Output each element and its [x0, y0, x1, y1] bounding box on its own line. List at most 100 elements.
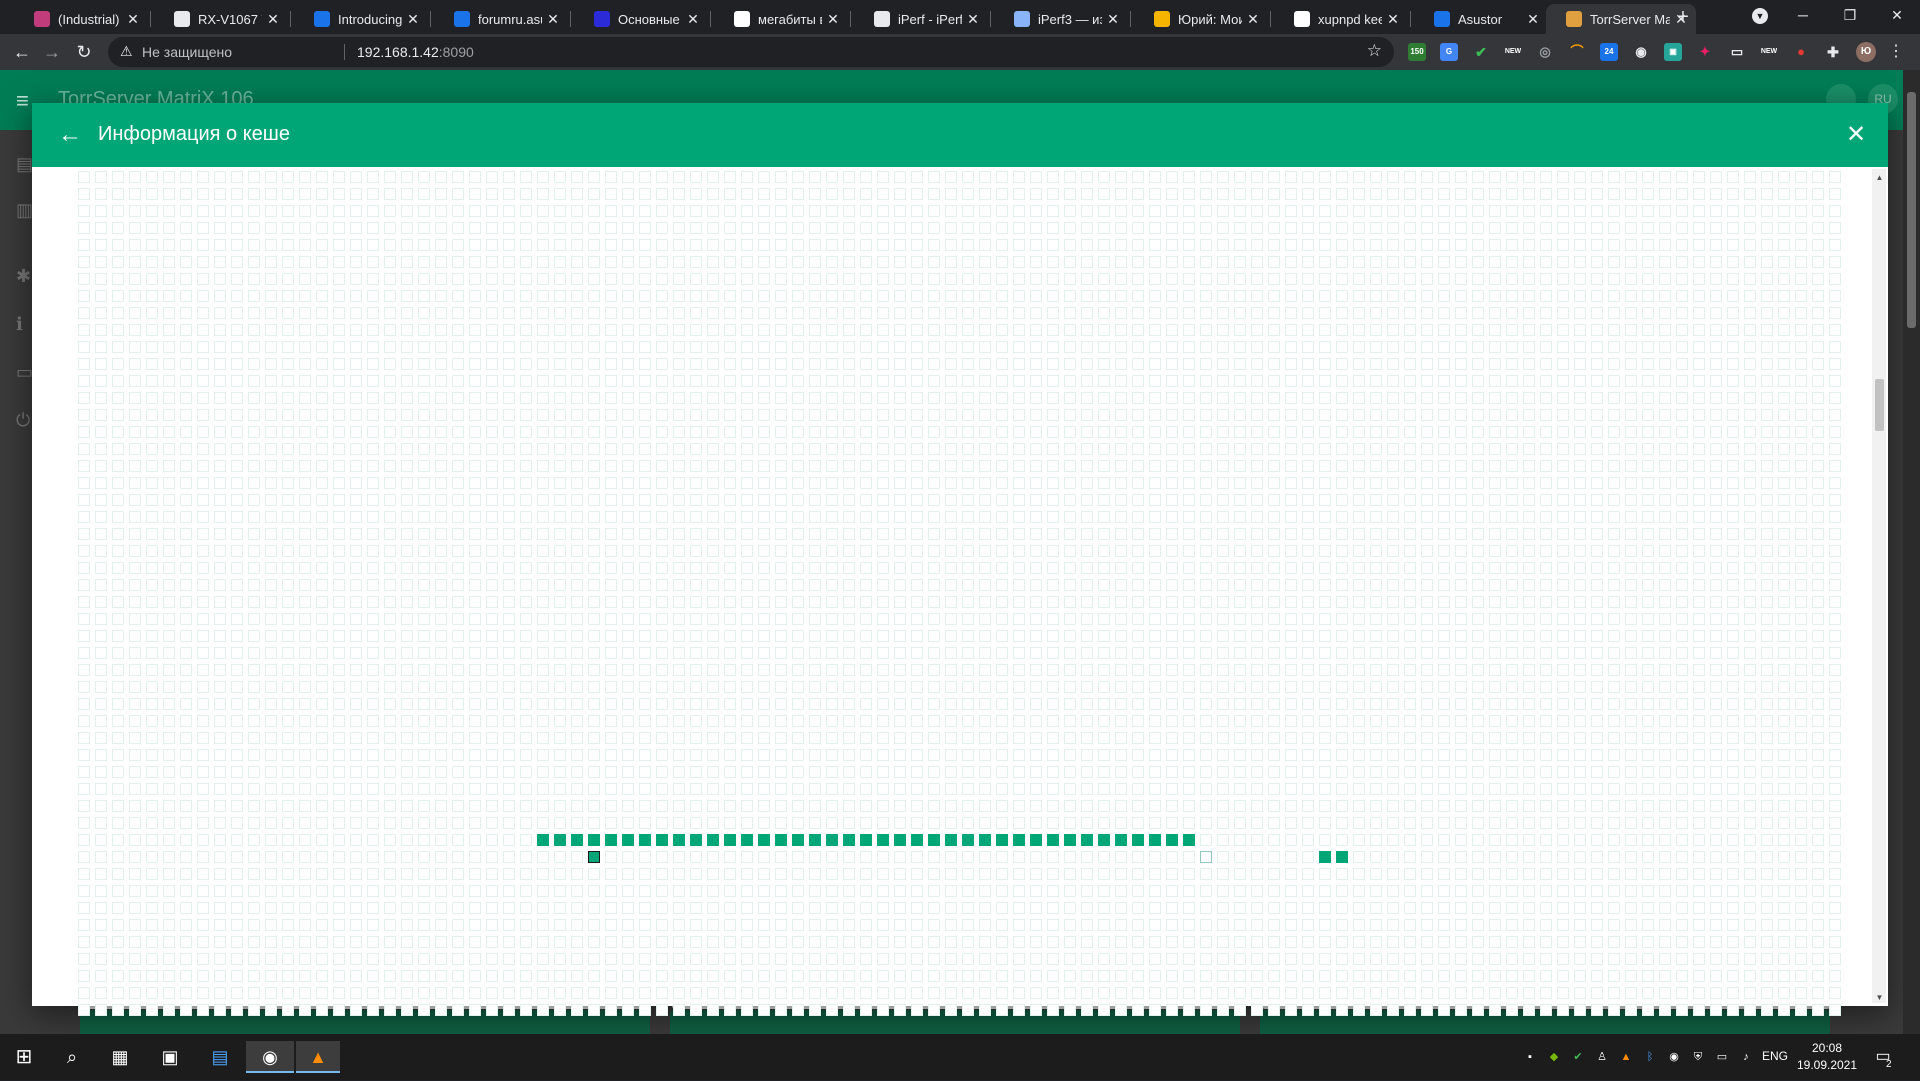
cache-piece: [1404, 596, 1416, 608]
browser-tab[interactable]: xupnpd keene✕: [1274, 4, 1408, 34]
tab-close-icon[interactable]: ✕: [266, 11, 280, 28]
cache-piece: [1795, 919, 1807, 931]
cache-piece: [724, 698, 736, 710]
url-text[interactable]: 192.168.1.42:8090: [357, 44, 474, 60]
profile-avatar[interactable]: Ю: [1856, 42, 1876, 62]
tab-close-icon[interactable]: ✕: [406, 11, 420, 28]
check-extension-icon[interactable]: ✔: [1472, 43, 1490, 61]
browser-menu-icon[interactable]: ⋮: [1882, 38, 1910, 66]
cache-piece: [1540, 222, 1552, 234]
tab-close-icon[interactable]: ✕: [546, 11, 560, 28]
cache-piece: [401, 681, 413, 693]
tab-title: Introducing P: [338, 12, 402, 27]
tab-close-icon[interactable]: ✕: [1526, 11, 1540, 28]
browser-tab[interactable]: Introducing P ✕: [294, 4, 428, 34]
close-icon[interactable]: ✕: [1842, 121, 1870, 149]
browser-tab[interactable]: iPerf - iPerf3 a✕: [854, 4, 988, 34]
cache-piece: [469, 171, 481, 183]
tab-search-icon[interactable]: ▼: [1752, 8, 1768, 24]
extension-150-icon[interactable]: 150: [1408, 43, 1426, 61]
cache-piece: [265, 936, 277, 948]
cache-piece: [1472, 817, 1484, 829]
browser-tab[interactable]: Asustor✕: [1414, 4, 1548, 34]
tab-close-icon[interactable]: ✕: [686, 11, 700, 28]
reload-icon[interactable]: ↻: [70, 38, 98, 66]
cache-piece: [1523, 171, 1535, 183]
cache-piece: [1540, 460, 1552, 472]
cache-piece: [1166, 783, 1178, 795]
calendar-24-extension-icon[interactable]: 24: [1600, 43, 1618, 61]
restore-button[interactable]: ❐: [1827, 0, 1873, 32]
cache-piece: [1795, 613, 1807, 625]
address-bar[interactable]: ⚠ Не защищено 192.168.1.42:8090 ☆: [108, 37, 1394, 67]
cache-piece: [180, 579, 192, 591]
tab-close-icon[interactable]: ✕: [126, 11, 140, 28]
cache-piece: [945, 188, 957, 200]
browser-tab[interactable]: RX-V1067 We✕: [154, 4, 288, 34]
tab-close-icon[interactable]: ✕: [1106, 11, 1120, 28]
hamburger-menu-icon[interactable]: ≡: [16, 88, 29, 114]
cache-piece: [1574, 715, 1586, 727]
back-icon[interactable]: ←: [8, 38, 36, 66]
puzzle-color-extension-icon[interactable]: ✦: [1696, 43, 1714, 61]
cache-piece: [622, 171, 634, 183]
cache-piece: [367, 256, 379, 268]
new-tab-button[interactable]: +: [1672, 6, 1694, 28]
bookmark-star-icon[interactable]: ☆: [1367, 41, 1382, 61]
cache-piece: [741, 392, 753, 404]
browser-tab[interactable]: Юрий: Мои т✕: [1134, 4, 1268, 34]
tab-close-icon[interactable]: ✕: [1246, 11, 1260, 28]
browser-tab[interactable]: iPerf3 — изме✕: [994, 4, 1128, 34]
cache-piece: [163, 205, 175, 217]
cache-piece: [146, 375, 158, 387]
cache-piece: [537, 647, 549, 659]
new-extension-2-icon[interactable]: NEW: [1760, 43, 1778, 61]
cache-piece: [1659, 426, 1671, 438]
browser-tab[interactable]: forumru.asust✕: [434, 4, 568, 34]
chart-extension-icon[interactable]: ⌒: [1568, 43, 1586, 61]
cache-piece: [911, 392, 923, 404]
chrome-extension-icon[interactable]: ◉: [1632, 43, 1650, 61]
extensions-puzzle-icon[interactable]: ✚: [1824, 43, 1842, 61]
window-close-button[interactable]: ✕: [1874, 0, 1920, 32]
translate-extension-icon[interactable]: G: [1440, 43, 1458, 61]
cache-piece: [724, 477, 736, 489]
tab-close-icon[interactable]: ✕: [966, 11, 980, 28]
cache-piece: [95, 205, 107, 217]
cache-piece: [1778, 358, 1790, 370]
cache-piece: [1625, 715, 1637, 727]
cache-piece: [1506, 256, 1518, 268]
cache-piece: [894, 885, 906, 897]
cache-piece: [911, 409, 923, 421]
record-extension-icon[interactable]: ●: [1792, 43, 1810, 61]
cache-piece: [1693, 596, 1705, 608]
tab-close-icon[interactable]: ✕: [826, 11, 840, 28]
cache-piece: [1132, 596, 1144, 608]
window-extension-icon[interactable]: ▭: [1728, 43, 1746, 61]
cache-piece: [486, 409, 498, 421]
minimize-button[interactable]: ─: [1780, 0, 1826, 32]
cache-piece: [1642, 392, 1654, 404]
cache-piece: [333, 426, 345, 438]
cache-piece: [1336, 902, 1348, 914]
forward-icon[interactable]: →: [38, 38, 66, 66]
cache-piece: [1455, 885, 1467, 897]
cache-piece: [282, 341, 294, 353]
cache-piece: [1523, 562, 1535, 574]
browser-tab[interactable]: (Industrial) [2✕: [14, 4, 148, 34]
cache-piece: [1217, 341, 1229, 353]
back-arrow-icon[interactable]: ←: [56, 121, 84, 149]
cache-piece: [1608, 528, 1620, 540]
cache-piece: [112, 579, 124, 591]
cache-piece: [299, 647, 311, 659]
cache-piece: [486, 494, 498, 506]
cache-piece: [1727, 545, 1739, 557]
browser-tab[interactable]: Основные ко✕: [574, 4, 708, 34]
new-extension-icon[interactable]: NEW: [1504, 43, 1522, 61]
circle-extension-icon[interactable]: ◎: [1536, 43, 1554, 61]
camera-extension-icon[interactable]: ▣: [1664, 43, 1682, 61]
browser-tab[interactable]: мегабиты в м✕: [714, 4, 848, 34]
tab-close-icon[interactable]: ✕: [1386, 11, 1400, 28]
cache-piece: [1098, 477, 1110, 489]
cache-piece: [1047, 375, 1059, 387]
